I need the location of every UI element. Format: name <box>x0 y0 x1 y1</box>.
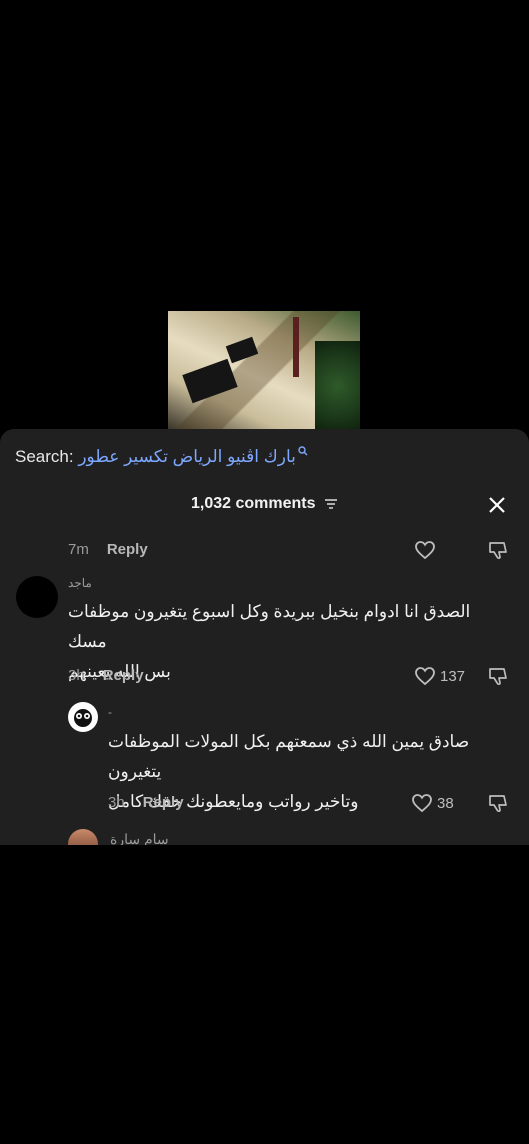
dislike-icon <box>489 795 507 813</box>
reply-button[interactable]: Reply <box>103 667 144 684</box>
like-button[interactable] <box>414 540 436 560</box>
dislike-icon <box>489 668 507 686</box>
heart-icon <box>415 541 435 560</box>
like-button[interactable]: 137 <box>414 666 465 686</box>
comment-time: 3h <box>108 794 125 811</box>
close-icon[interactable] <box>487 495 507 515</box>
dislike-button[interactable] <box>487 666 509 686</box>
video-thumbnail[interactable] <box>168 311 360 429</box>
avatar[interactable] <box>68 702 98 732</box>
heart-icon <box>412 794 432 813</box>
comment-time: 3h <box>68 667 85 684</box>
comments-header: 1,032 comments <box>0 495 529 513</box>
search-prefix: Search: <box>15 447 74 466</box>
dislike-button[interactable] <box>487 793 509 813</box>
search-query[interactable]: بارك اڤنيو الرياض تكسير عطور <box>78 447 296 467</box>
avatar[interactable] <box>16 576 58 618</box>
search-icon <box>298 446 308 456</box>
prev-comment-meta: 7m Reply <box>68 541 148 558</box>
search-suggestion[interactable]: Search: بارك اڤنيو الرياض تكسير عطور <box>15 446 308 467</box>
dislike-button[interactable] <box>487 540 509 560</box>
reply-button[interactable]: Reply <box>107 541 148 558</box>
dislike-icon <box>489 542 507 560</box>
like-count: 137 <box>440 667 466 685</box>
comment-line: صادق يمين الله ذي سمعتهم بكل المولات الم… <box>108 732 470 781</box>
comments-panel: Search: بارك اڤنيو الرياض تكسير عطور 1,0… <box>0 429 529 845</box>
comment-username[interactable]: ماجد <box>68 576 92 590</box>
avatar-image <box>74 709 92 727</box>
comment-count: 1,032 comments <box>191 495 316 512</box>
comment-username[interactable]: سام سارة <box>110 831 169 845</box>
like-button[interactable]: 38 <box>411 793 454 813</box>
comment-meta: 3h Reply <box>108 794 184 811</box>
comment-meta: 3h Reply <box>68 667 144 684</box>
sort-icon[interactable] <box>324 498 338 510</box>
heart-icon <box>415 667 435 686</box>
comment-line: الصدق انا ادوام بنخيل ببريدة وكل اسبوع ي… <box>68 602 471 651</box>
like-count: 38 <box>437 794 454 812</box>
avatar[interactable] <box>68 829 98 845</box>
comment-username[interactable]: - <box>108 705 112 719</box>
comment-time: 7m <box>68 541 89 558</box>
reply-button[interactable]: Reply <box>143 794 184 811</box>
